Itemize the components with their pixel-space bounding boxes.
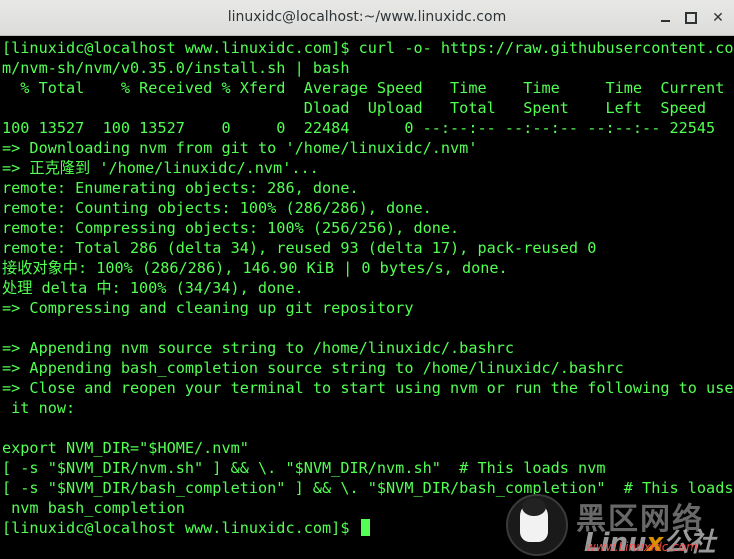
terminal-line: => Downloading nvm from git to '/home/li… — [2, 139, 478, 157]
terminal-line: Dload Upload Total Spent Left Speed — [2, 99, 707, 117]
terminal-line: remote: Compressing objects: 100% (256/2… — [2, 219, 460, 237]
shell-prompt: [linuxidc@localhost www.linuxidc.com]$ — [2, 519, 359, 537]
minimize-icon — [660, 20, 670, 22]
terminal-line: [ -s "$NVM_DIR/nvm.sh" ] && \. "$NVM_DIR… — [2, 459, 606, 477]
terminal-line: it now: — [2, 399, 76, 417]
watermark-url: www.Linuxidc.com — [586, 540, 698, 554]
maximize-button[interactable] — [680, 7, 702, 29]
terminal-view[interactable]: [linuxidc@localhost www.linuxidc.com]$ c… — [0, 37, 734, 559]
window-titlebar[interactable]: linuxidc@localhost:~/www.linuxidc.com ✕ — [0, 0, 734, 36]
terminal-line: 处理 delta 中: 100% (34/34), done. — [2, 279, 304, 297]
text-cursor — [360, 519, 370, 536]
site-watermark: 黑区网络 Linux公社 www.Linuxidc.com — [500, 494, 734, 559]
minimize-button[interactable] — [654, 7, 676, 29]
terminal-line: [linuxidc@localhost www.linuxidc.com]$ c… — [2, 39, 734, 57]
close-button[interactable]: ✕ — [707, 7, 729, 29]
window-title: linuxidc@localhost:~/www.linuxidc.com — [227, 9, 507, 25]
close-icon: ✕ — [712, 10, 724, 26]
terminal-line: m/nvm-sh/nvm/v0.35.0/install.sh | bash — [2, 59, 350, 77]
maximize-icon — [685, 12, 697, 24]
terminal-line: 接收对象中: 100% (286/286), 146.90 KiB | 0 by… — [2, 259, 508, 277]
terminal-output: [linuxidc@localhost www.linuxidc.com]$ c… — [2, 38, 734, 538]
penguin-head — [522, 498, 546, 516]
terminal-line: % Total % Received % Xferd Average Speed… — [2, 79, 725, 97]
terminal-line: remote: Counting objects: 100% (286/286)… — [2, 199, 432, 217]
terminal-line: 100 13527 100 13527 0 0 22484 0 --:--:--… — [2, 119, 716, 137]
terminal-line: => Compressing and cleaning up git repos… — [2, 299, 414, 317]
terminal-line: remote: Enumerating objects: 286, done. — [2, 179, 359, 197]
terminal-line: => 正克隆到 '/home/linuxidc/.nvm'... — [2, 159, 319, 177]
terminal-line: remote: Total 286 (delta 34), reused 93 … — [2, 239, 597, 257]
terminal-line: => Appending bash_completion source stri… — [2, 359, 624, 377]
terminal-line: => Appending nvm source string to /home/… — [2, 339, 515, 357]
terminal-line: export NVM_DIR="$HOME/.nvm" — [2, 439, 249, 457]
terminal-line: => Close and reopen your terminal to sta… — [2, 379, 734, 397]
